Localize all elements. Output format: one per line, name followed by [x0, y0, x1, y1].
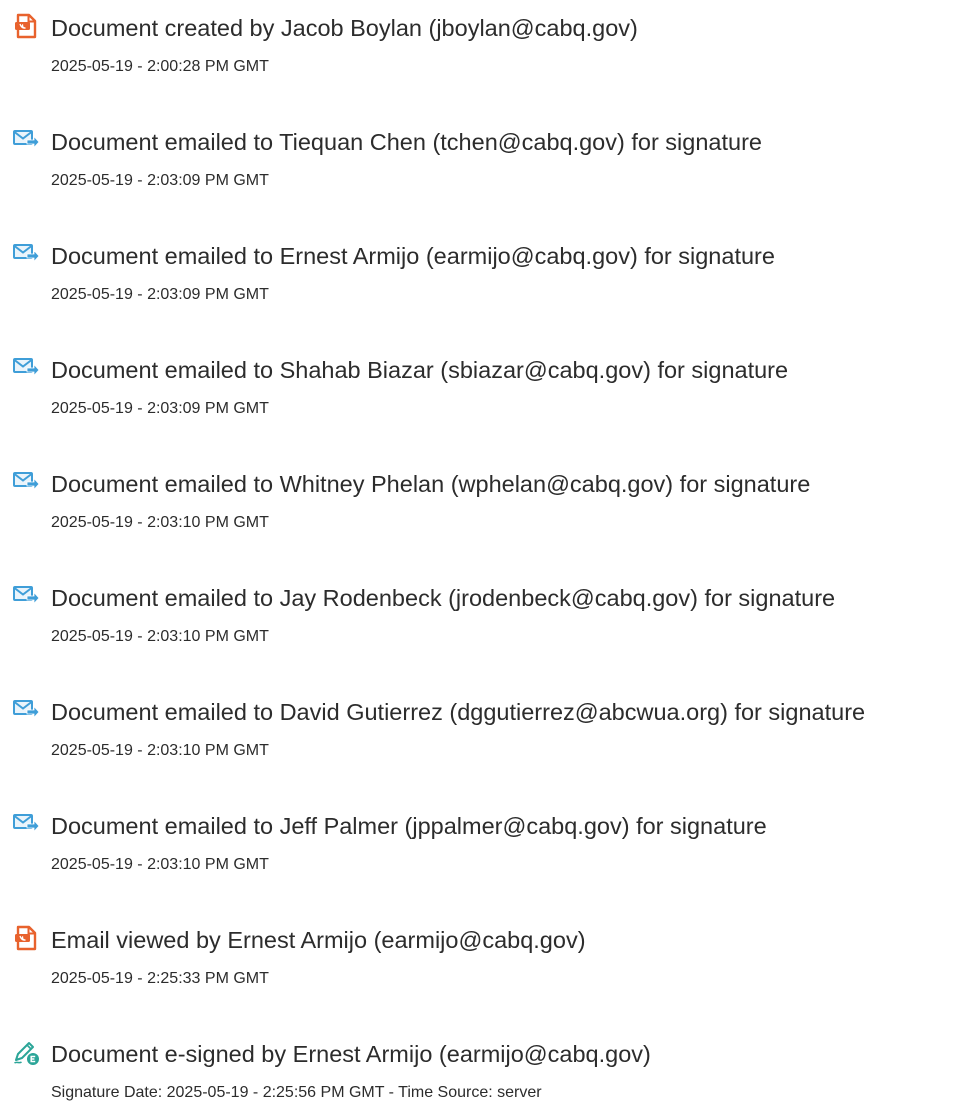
event-title: Document emailed to Whitney Phelan (wphe… [51, 471, 811, 497]
email-sent-icon [12, 354, 40, 382]
e-sign-pen-icon [12, 1038, 40, 1066]
event-title: Document emailed to David Gutierrez (dgg… [51, 699, 866, 725]
event-timestamp: 2025-05-19 - 2:00:28 PM GMT [51, 58, 269, 75]
audit-event: Document emailed to Shahab Biazar (sbiaz… [0, 354, 972, 434]
acrobat-document-icon [12, 12, 40, 40]
event-title: Document created by Jacob Boylan (jboyla… [51, 15, 638, 41]
email-sent-icon [12, 240, 40, 268]
event-timestamp: 2025-05-19 - 2:03:09 PM GMT [51, 400, 269, 417]
email-sent-icon [12, 126, 40, 154]
event-timestamp: 2025-05-19 - 2:03:09 PM GMT [51, 172, 269, 189]
audit-event: Document emailed to Whitney Phelan (wphe… [0, 468, 972, 548]
event-timestamp: 2025-05-19 - 2:03:10 PM GMT [51, 628, 269, 645]
event-title: Document emailed to Jay Rodenbeck (jrode… [51, 585, 836, 611]
event-timestamp: 2025-05-19 - 2:03:10 PM GMT [51, 742, 269, 759]
event-timestamp: 2025-05-19 - 2:03:10 PM GMT [51, 514, 269, 531]
audit-event: Document emailed to Ernest Armijo (earmi… [0, 240, 972, 320]
acrobat-document-icon [12, 924, 40, 952]
audit-event: Document emailed to David Gutierrez (dgg… [0, 696, 972, 776]
audit-event: Document emailed to Tiequan Chen (tchen@… [0, 126, 972, 206]
email-sent-icon [12, 810, 40, 838]
audit-event: Document emailed to Jeff Palmer (jppalme… [0, 810, 972, 890]
event-title: Document e-signed by Ernest Armijo (earm… [51, 1041, 651, 1067]
event-timestamp: 2025-05-19 - 2:25:33 PM GMT [51, 970, 269, 987]
email-sent-icon [12, 582, 40, 610]
email-sent-icon [12, 468, 40, 496]
event-timestamp: Signature Date: 2025-05-19 - 2:25:56 PM … [51, 1084, 542, 1101]
audit-event: Document e-signed by Ernest Armijo (earm… [0, 1038, 972, 1118]
event-title: Email viewed by Ernest Armijo (earmijo@c… [51, 927, 586, 953]
audit-event: Document created by Jacob Boylan (jboyla… [0, 12, 972, 92]
email-sent-icon [12, 696, 40, 724]
event-timestamp: 2025-05-19 - 2:03:10 PM GMT [51, 856, 269, 873]
event-title: Document emailed to Ernest Armijo (earmi… [51, 243, 775, 269]
audit-event: Document emailed to Jay Rodenbeck (jrode… [0, 582, 972, 662]
event-title: Document emailed to Jeff Palmer (jppalme… [51, 813, 767, 839]
event-title: Document emailed to Tiequan Chen (tchen@… [51, 129, 762, 155]
audit-event: Email viewed by Ernest Armijo (earmijo@c… [0, 924, 972, 1004]
event-title: Document emailed to Shahab Biazar (sbiaz… [51, 357, 789, 383]
event-timestamp: 2025-05-19 - 2:03:09 PM GMT [51, 286, 269, 303]
